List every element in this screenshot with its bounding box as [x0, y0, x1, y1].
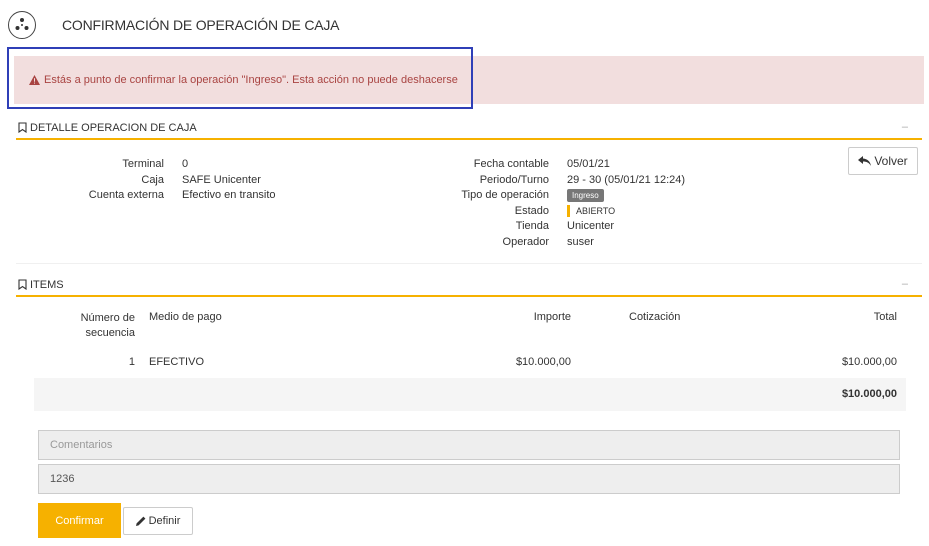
section-header-detail[interactable]: DETALLE OPERACION DE CAJA – [16, 120, 922, 140]
detail-value: 29 - 30 (05/01/21 12:24) [567, 173, 686, 186]
bookmark-icon [18, 122, 27, 133]
pencil-icon [135, 516, 146, 526]
pinwheel-logo-icon [8, 11, 36, 39]
detail-value: 05/01/21 [567, 158, 610, 170]
back-button-label: Volver [874, 154, 908, 168]
section-header-items[interactable]: ITEMS – [16, 277, 922, 297]
col-header-medio: Medio de pago [149, 311, 222, 323]
reply-arrow-icon [858, 156, 872, 166]
status-badge: ABIERTO [567, 204, 615, 217]
detail-label: Cuenta externa [88, 189, 164, 201]
detail-value: Ingreso [567, 188, 604, 204]
col-header-total: Total [873, 311, 897, 323]
warning-alert: Estás a punto de confirmar la operación … [14, 56, 924, 104]
col-header-seq: Número de secuencia [34, 311, 135, 341]
define-button-label: Definir [148, 515, 181, 527]
detail-label: Estado [514, 204, 549, 217]
bookmark-icon [18, 279, 27, 290]
detail-value: suser [567, 235, 594, 248]
detail-value: Efectivo en transito [182, 189, 276, 201]
grand-total: $10.000,00 [841, 388, 897, 400]
col-header-importe: Importe [533, 311, 571, 323]
table-header-row: Número de secuencia Medio de pago Import… [34, 304, 906, 348]
cell-total: $10.000,00 [841, 356, 897, 368]
comments-input[interactable] [38, 430, 900, 460]
col-header-seq-line1: Número de [80, 312, 135, 324]
collapse-icon[interactable]: – [902, 121, 908, 133]
define-button[interactable]: Definir [123, 507, 193, 535]
detail-label: Tipo de operación [461, 189, 549, 201]
code-input[interactable] [38, 464, 900, 494]
operation-type-badge: Ingreso [567, 189, 604, 202]
detail-label: Terminal [122, 158, 164, 170]
section-title-detail: DETALLE OPERACION DE CAJA [30, 122, 197, 134]
detail-panel: Terminal 0 Caja SAFE Unicenter Cuenta ex… [16, 142, 922, 264]
section-title-items: ITEMS [30, 279, 64, 291]
detail-label: Periodo/Turno [479, 173, 549, 186]
alert-message: Estás a punto de confirmar la operación … [44, 74, 458, 86]
page-title: CONFIRMACIÓN DE OPERACIÓN DE CAJA [62, 17, 340, 33]
detail-value: 0 [182, 158, 189, 170]
back-button[interactable]: Volver [848, 147, 918, 175]
detail-value: SAFE Unicenter [182, 173, 261, 186]
col-header-cotizacion: Cotización [629, 311, 681, 323]
cell-importe: $10.000,00 [515, 356, 571, 368]
collapse-icon[interactable]: – [902, 278, 908, 290]
cell-medio: EFECTIVO [149, 356, 205, 368]
detail-value: ABIERTO [567, 204, 615, 220]
warning-triangle-icon [29, 75, 40, 85]
page-header: CONFIRMACIÓN DE OPERACIÓN DE CAJA [0, 0, 929, 50]
detail-value: Unicenter [567, 220, 615, 232]
detail-label: Operador [502, 235, 549, 248]
detail-label: Fecha contable [473, 158, 549, 170]
table-row: 1 EFECTIVO $10.000,00 $10.000,00 [34, 348, 906, 377]
table-total-row: $10.000,00 [34, 378, 906, 411]
cell-seq: 1 [128, 356, 135, 368]
confirm-button[interactable]: Confirmar [38, 503, 121, 538]
detail-label: Caja [141, 173, 164, 186]
col-header-seq-line2: secuencia [85, 327, 135, 339]
detail-label: Tienda [515, 220, 549, 232]
